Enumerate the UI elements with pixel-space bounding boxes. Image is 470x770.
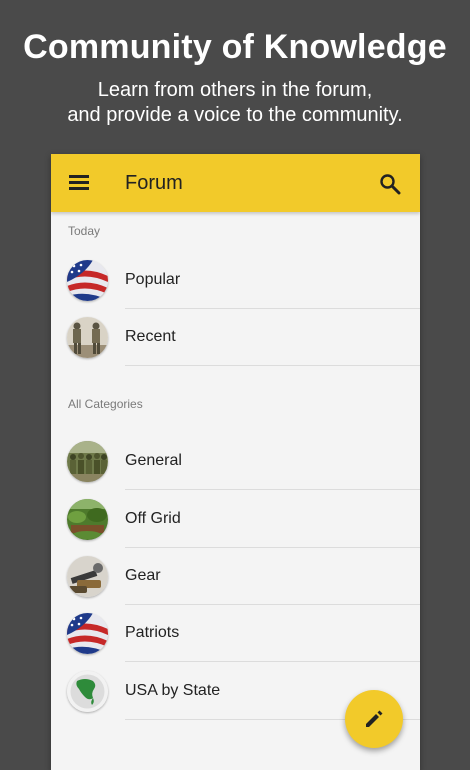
list-item-gear[interactable]: Gear: [51, 548, 420, 605]
list-item-label: Recent: [125, 328, 176, 345]
globe-avatar: [67, 671, 108, 712]
crowd-avatar: [67, 441, 108, 482]
list-item-popular[interactable]: Popular: [51, 252, 420, 309]
divider: [125, 661, 420, 662]
flag-avatar: [67, 613, 108, 654]
divider: [125, 489, 420, 490]
app-bar-title: Forum: [125, 172, 183, 194]
menu-icon[interactable]: [69, 175, 89, 191]
garden-avatar: [67, 499, 108, 540]
app-bar: Forum: [51, 154, 420, 212]
section-header-all-categories: All Categories: [68, 397, 143, 411]
flag-avatar: [67, 260, 108, 301]
soldiers-avatar: [67, 317, 108, 358]
list-item-label: USA by State: [125, 682, 221, 699]
promo-title: Community of Knowledge: [23, 28, 447, 66]
gear-avatar: [67, 556, 108, 597]
list-item-label: Gear: [125, 567, 161, 584]
search-icon[interactable]: [379, 173, 401, 195]
section-header-today: Today: [68, 224, 101, 238]
new-post-button[interactable]: [345, 690, 403, 748]
list-item-label: Popular: [125, 271, 181, 288]
edit-icon: [366, 710, 383, 727]
list-item-label: Patriots: [125, 624, 180, 641]
promo-subtitle: Learn from others in the forum, and prov…: [0, 78, 470, 128]
list-item-recent[interactable]: Recent: [51, 309, 420, 366]
phone-screen: Forum Today Popular Recent All Categorie…: [51, 154, 420, 770]
promo-subtitle-line-1: Learn from others in the forum,: [97, 79, 373, 101]
divider: [125, 365, 420, 366]
promo-subtitle-line-2: and provide a voice to the community.: [67, 104, 403, 126]
list-item-label: Off Grid: [125, 510, 181, 527]
list-item-label: General: [125, 452, 182, 469]
list-item-patriots[interactable]: Patriots: [51, 605, 420, 662]
list-item-general[interactable]: General: [51, 433, 420, 490]
list-item-off-grid[interactable]: Off Grid: [51, 491, 420, 548]
